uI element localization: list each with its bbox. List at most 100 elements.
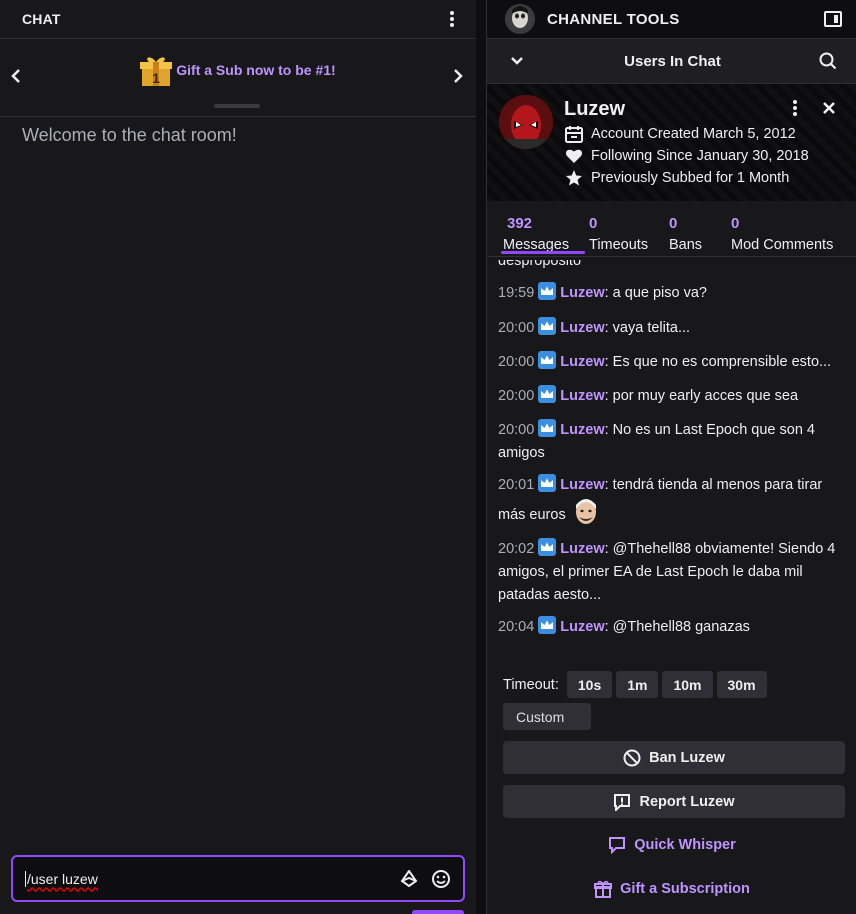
crown-badge-icon xyxy=(538,317,557,335)
timeout-10s-button[interactable]: 10s xyxy=(566,671,613,698)
gift-subscription-label: Gift a Subscription xyxy=(620,881,750,897)
message-timestamp: 20:00 xyxy=(498,320,535,336)
message-text: : @Thehell88 ganazas xyxy=(604,619,750,635)
crown-badge-icon xyxy=(538,385,557,403)
users-in-chat-header: Users In Chat xyxy=(487,38,856,84)
chat-input-text[interactable]: /user luzew xyxy=(27,871,389,887)
tab-bans[interactable]: 0 Bans xyxy=(669,215,702,253)
mod-comments-count: 0 xyxy=(731,215,740,232)
chat-message: 20:04 Luzew: @Thehell88 ganazas xyxy=(498,616,846,639)
account-created-text: Account Created March 5, 2012 xyxy=(591,126,796,142)
message-timestamp: 20:02 xyxy=(498,541,535,557)
message-timestamp: 20:00 xyxy=(498,354,535,370)
following-row: Following Since January 30, 2018 xyxy=(565,147,809,165)
svg-text:1: 1 xyxy=(152,70,160,86)
user-card-name: Luzew xyxy=(564,98,626,120)
calendar-icon xyxy=(565,126,583,143)
user-stats-tabs: 392 Messages 0 Timeouts 0 Bans 0 Mod Com… xyxy=(487,201,856,257)
chat-input[interactable]: /user luzew xyxy=(11,855,465,902)
chevron-left-icon[interactable] xyxy=(6,65,26,89)
welcome-message: Welcome to the chat room! xyxy=(22,125,237,145)
drag-handle[interactable] xyxy=(214,104,260,108)
search-icon[interactable] xyxy=(816,49,840,73)
message-timestamp: 20:01 xyxy=(498,477,535,493)
text-caret xyxy=(25,870,26,887)
chat-header: CHAT xyxy=(0,0,476,39)
message-username[interactable]: Luzew xyxy=(560,477,604,493)
subbed-text: Previously Subbed for 1 Month xyxy=(591,170,790,186)
message-text: : a que piso va? xyxy=(604,285,707,301)
report-button[interactable]: Report Luzew xyxy=(503,785,845,818)
bans-count: 0 xyxy=(669,215,678,232)
gift-subscription-button[interactable]: Gift a Subscription xyxy=(487,880,856,898)
gift-sub-promo[interactable]: 1 Gift a Sub now to be #1! xyxy=(140,54,336,86)
chevron-right-icon[interactable] xyxy=(448,65,468,89)
report-label: Report Luzew xyxy=(639,793,735,810)
crown-badge-icon xyxy=(538,538,557,556)
users-in-chat-title: Users In Chat xyxy=(624,52,721,70)
crown-badge-icon xyxy=(538,419,557,437)
timeout-1m-button[interactable]: 1m xyxy=(616,671,659,698)
message-timestamp: 20:00 xyxy=(498,388,535,404)
message-username[interactable]: Luzew xyxy=(560,541,604,557)
gift-icon: 1 xyxy=(140,54,173,86)
clipped-message: desproposito xyxy=(498,260,582,269)
message-username[interactable]: Luzew xyxy=(560,285,604,301)
message-username[interactable]: Luzew xyxy=(560,320,604,336)
chat-message: 19:59 Luzew: a que piso va? xyxy=(498,282,846,305)
following-text: Following Since January 30, 2018 xyxy=(591,148,809,164)
panel-gutter xyxy=(476,0,486,914)
chat-message: 20:00 Luzew: vaya telita... xyxy=(498,317,846,340)
message-username[interactable]: Luzew xyxy=(560,422,604,438)
timeout-10m-button[interactable]: 10m xyxy=(662,671,713,698)
chat-message: 20:00 Luzew: por muy early acces que sea xyxy=(498,385,846,408)
chat-settings-kebab-icon[interactable] xyxy=(444,9,460,29)
chat-message: 20:01 Luzew: tendrá tienda al menos para … xyxy=(498,474,846,529)
quick-whisper-button[interactable]: Quick Whisper xyxy=(487,836,856,854)
message-text: : Es que no es comprensible esto... xyxy=(604,354,832,370)
ban-label: Ban Luzew xyxy=(649,749,725,766)
ban-button[interactable]: Ban Luzew xyxy=(503,741,845,774)
gift-promo-text: Gift a Sub now to be #1! xyxy=(176,62,336,78)
report-icon xyxy=(614,793,631,811)
subbed-row: Previously Subbed for 1 Month xyxy=(565,169,789,187)
message-text: : vaya telita... xyxy=(604,320,691,336)
timeouts-count: 0 xyxy=(589,215,598,232)
tab-messages[interactable]: 392 Messages xyxy=(503,215,569,253)
divider xyxy=(0,116,476,117)
emote-picker-icon[interactable] xyxy=(429,867,453,891)
message-username[interactable]: Luzew xyxy=(560,354,604,370)
whisper-icon xyxy=(609,837,626,854)
chevron-down-icon[interactable] xyxy=(505,49,529,73)
message-timestamp: 20:04 xyxy=(498,619,535,635)
message-timestamp: 19:59 xyxy=(498,285,535,301)
message-username[interactable]: Luzew xyxy=(560,619,604,635)
chat-panel: CHAT 1 Gift a Sub now to be #1! Welcome … xyxy=(0,0,476,914)
chat-send-button[interactable] xyxy=(412,910,464,914)
heart-icon xyxy=(565,149,583,163)
channel-avatar xyxy=(505,4,535,34)
user-card: Luzew Account Created March 5, 2012 Foll… xyxy=(487,84,856,201)
crown-badge-icon xyxy=(538,282,557,300)
chat-message: 20:00 Luzew: No es un Last Epoch que son … xyxy=(498,419,846,465)
emote-icon[interactable] xyxy=(570,497,602,529)
timeout-30m-button[interactable]: 30m xyxy=(716,671,767,698)
crown-badge-icon xyxy=(538,474,557,492)
tab-timeouts[interactable]: 0 Timeouts xyxy=(589,215,648,253)
mod-comments-label: Mod Comments xyxy=(731,237,834,253)
custom-timeout-button[interactable]: Custom xyxy=(503,703,591,730)
close-icon[interactable] xyxy=(817,96,841,120)
sidebar-toggle-icon[interactable] xyxy=(824,11,842,27)
user-message-list: desproposito 19:59 Luzew: a que piso va? 2… xyxy=(487,260,856,660)
tab-mod-comments[interactable]: 0 Mod Comments xyxy=(731,215,833,253)
quick-whisper-label: Quick Whisper xyxy=(634,837,736,853)
chat-title: CHAT xyxy=(22,11,61,27)
timeout-row: Timeout: 10s 1m 10m 30m xyxy=(503,671,767,698)
chat-message: 20:02 Luzew: @Thehell88 obviamente! Siend… xyxy=(498,538,846,607)
message-username[interactable]: Luzew xyxy=(560,388,604,404)
user-card-kebab-icon[interactable] xyxy=(787,98,803,118)
user-avatar[interactable] xyxy=(499,95,553,149)
timeout-label: Timeout: xyxy=(503,676,559,693)
bits-icon[interactable] xyxy=(397,867,421,891)
chat-message: 20:00 Luzew: Es que no es comprensible es… xyxy=(498,351,846,374)
